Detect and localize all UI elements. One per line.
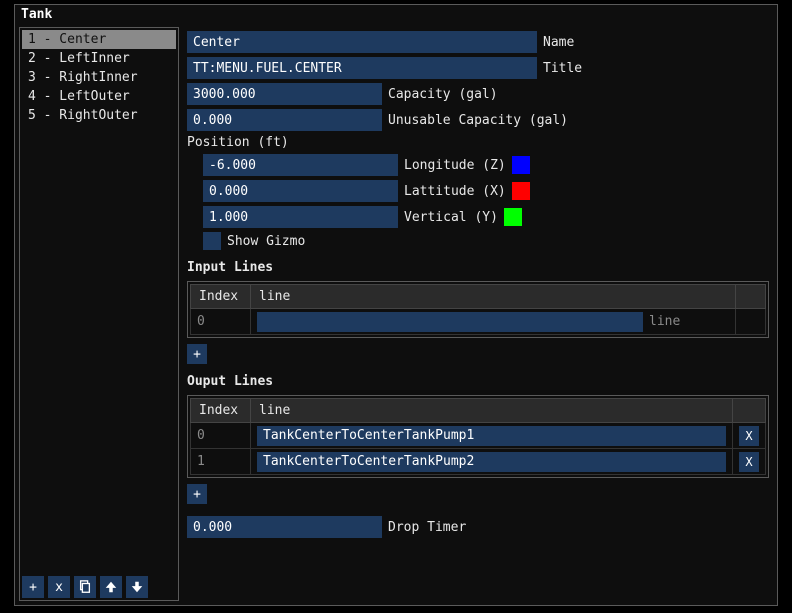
output-lines-panel: Index line 0 X 1 X — [187, 395, 769, 478]
move-down-button[interactable] — [126, 576, 148, 598]
input-line-index: 0 — [191, 309, 251, 335]
longitude-color-swatch — [512, 156, 530, 174]
input-lines-header-action — [736, 285, 766, 309]
vertical-input[interactable] — [203, 206, 398, 228]
duplicate-tank-button[interactable] — [74, 576, 96, 598]
output-lines-header-line: line — [251, 399, 733, 423]
add-output-line-button[interactable]: + — [187, 484, 207, 504]
tank-list-item[interactable]: 3 - RightInner — [22, 68, 176, 87]
tank-list-panel: 1 - Center 2 - LeftInner 3 - RightInner … — [19, 27, 179, 601]
unusable-capacity-label: Unusable Capacity (gal) — [388, 113, 568, 128]
name-label: Name — [543, 35, 574, 50]
output-lines-table: Index line 0 X 1 X — [190, 398, 766, 475]
capacity-label: Capacity (gal) — [388, 87, 498, 102]
input-lines-panel: Index line 0 line — [187, 281, 769, 338]
move-up-button[interactable] — [100, 576, 122, 598]
copy-icon — [78, 580, 92, 594]
lattitude-label: Lattitude (X) — [404, 184, 506, 199]
arrow-up-icon — [104, 580, 118, 594]
tank-properties-panel: Name Title Capacity (gal) Unusable Capac… — [183, 25, 777, 605]
tank-list-toolbar: + x — [20, 572, 178, 600]
tank-list-item[interactable]: 2 - LeftInner — [22, 49, 176, 68]
longitude-input[interactable] — [203, 154, 398, 176]
input-lines-table: Index line 0 line — [190, 284, 766, 335]
lattitude-color-swatch — [512, 182, 530, 200]
remove-output-line-button[interactable]: X — [739, 426, 759, 446]
output-lines-header-action — [733, 399, 766, 423]
drop-timer-label: Drop Timer — [388, 520, 466, 535]
input-line-rowlabel: line — [649, 314, 729, 329]
input-lines-header-index: Index — [191, 285, 251, 309]
title-input[interactable] — [187, 57, 537, 79]
add-tank-button[interactable]: + — [22, 576, 44, 598]
input-lines-header-line: line — [251, 285, 736, 309]
output-line-index: 0 — [191, 423, 251, 449]
input-line-value[interactable] — [257, 312, 643, 332]
drop-timer-input[interactable] — [187, 516, 382, 538]
position-header: Position (ft) — [187, 135, 769, 150]
add-input-line-button[interactable]: + — [187, 344, 207, 364]
window-title: Tank — [15, 5, 777, 25]
output-line-value[interactable] — [257, 426, 726, 446]
output-line-index: 1 — [191, 449, 251, 475]
tank-window: Tank 1 - Center 2 - LeftInner 3 - RightI… — [14, 4, 778, 606]
lattitude-input[interactable] — [203, 180, 398, 202]
remove-tank-button[interactable]: x — [48, 576, 70, 598]
output-line-value[interactable] — [257, 452, 726, 472]
tank-list-item[interactable]: 5 - RightOuter — [22, 106, 176, 125]
window-body: 1 - Center 2 - LeftInner 3 - RightInner … — [15, 25, 777, 605]
tank-list-item[interactable]: 4 - LeftOuter — [22, 87, 176, 106]
tank-list: 1 - Center 2 - LeftInner 3 - RightInner … — [20, 28, 178, 572]
show-gizmo-label: Show Gizmo — [227, 234, 305, 249]
table-row: 1 X — [191, 449, 766, 475]
input-lines-title: Input Lines — [187, 260, 769, 275]
output-lines-header-index: Index — [191, 399, 251, 423]
title-label: Title — [543, 61, 582, 76]
arrow-down-icon — [130, 580, 144, 594]
capacity-input[interactable] — [187, 83, 382, 105]
unusable-capacity-input[interactable] — [187, 109, 382, 131]
output-lines-title: Ouput Lines — [187, 374, 769, 389]
vertical-color-swatch — [504, 208, 522, 226]
name-input[interactable] — [187, 31, 537, 53]
remove-output-line-button[interactable]: X — [739, 452, 759, 472]
vertical-label: Vertical (Y) — [404, 210, 498, 225]
longitude-label: Longitude (Z) — [404, 158, 506, 173]
tank-list-item[interactable]: 1 - Center — [22, 30, 176, 49]
table-row: 0 X — [191, 423, 766, 449]
show-gizmo-checkbox[interactable] — [203, 232, 221, 250]
table-row: 0 line — [191, 309, 766, 335]
